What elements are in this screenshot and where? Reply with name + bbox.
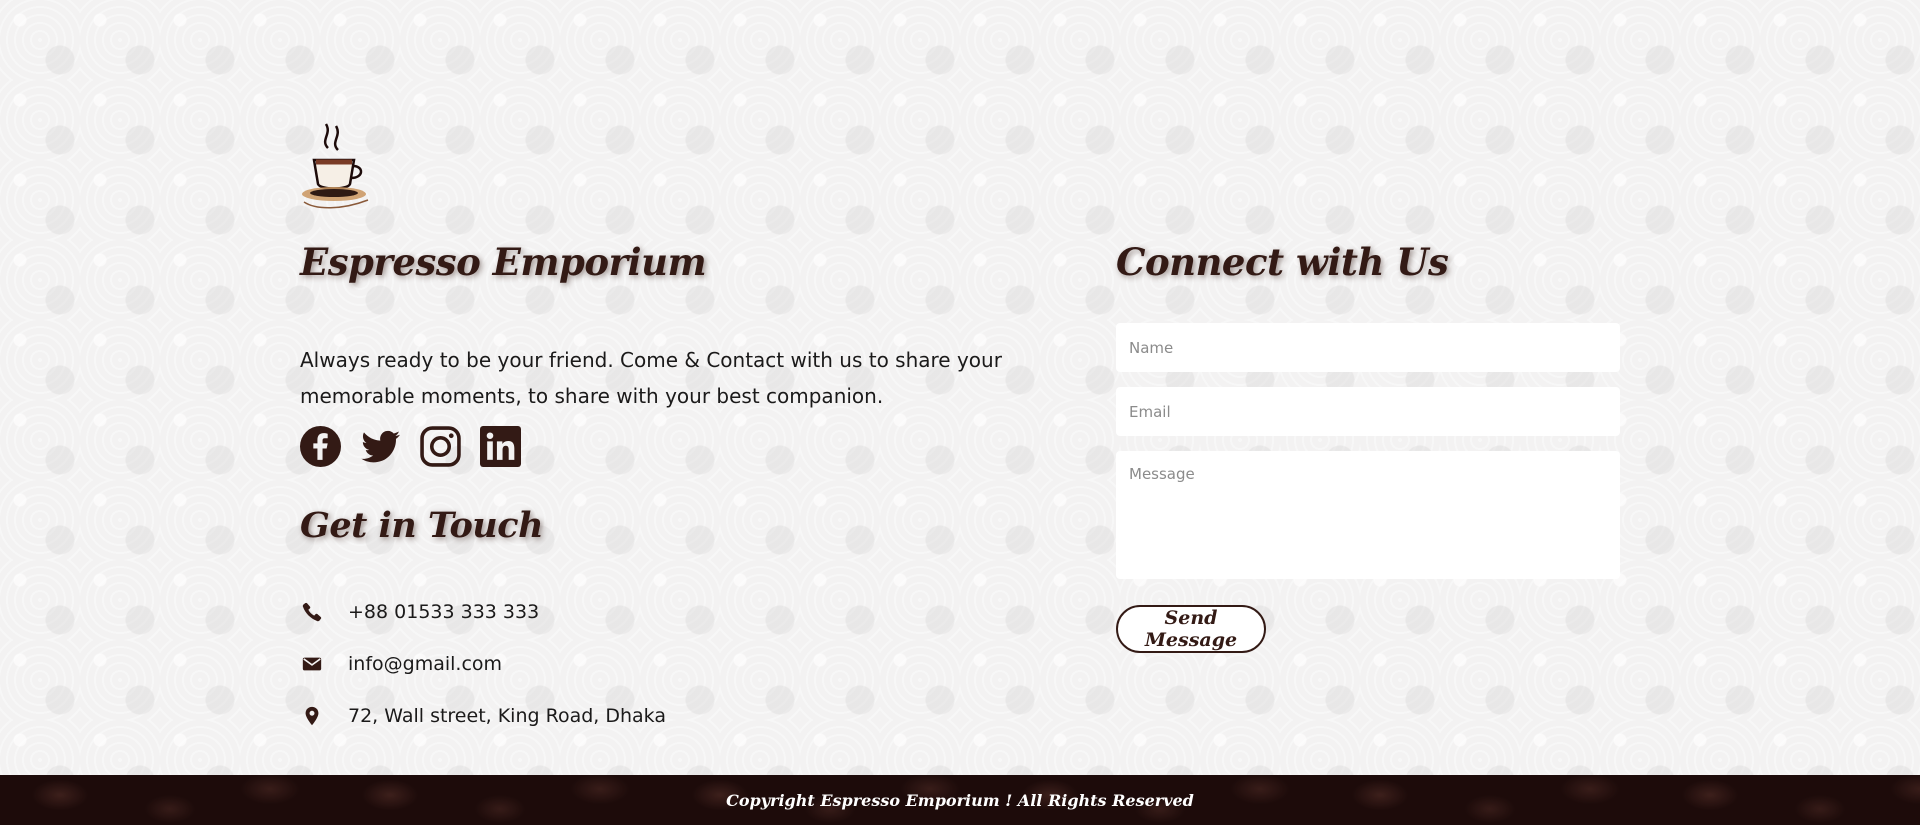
email-input[interactable] — [1116, 387, 1620, 436]
phone-icon — [300, 600, 324, 624]
name-input[interactable] — [1116, 323, 1620, 372]
twitter-icon[interactable] — [360, 426, 401, 467]
get-in-touch-title: Get in Touch — [300, 505, 544, 546]
copyright-bar: Copyright Espresso Emporium ! All Rights… — [0, 775, 1920, 825]
email-address[interactable]: info@gmail.com — [348, 653, 502, 675]
contact-address: 72, Wall street, King Road, Dhaka — [300, 690, 666, 742]
send-message-button[interactable]: Send Message — [1116, 605, 1266, 653]
phone-number[interactable]: +88 01533 333 333 — [348, 601, 539, 623]
coffee-cup-logo — [298, 118, 374, 212]
brand-title: Espresso Emporium — [300, 240, 707, 284]
social-links — [300, 426, 521, 467]
contact-email: info@gmail.com — [300, 638, 666, 690]
connect-title: Connect with Us — [1116, 240, 1449, 284]
brand-description: Always ready to be your friend. Come & C… — [300, 348, 1002, 408]
copyright-text: Copyright Espresso Emporium ! All Rights… — [726, 790, 1194, 810]
map-pin-icon — [300, 704, 324, 728]
street-address: 72, Wall street, King Road, Dhaka — [348, 705, 666, 727]
instagram-icon[interactable] — [420, 426, 461, 467]
contact-info-list: +88 01533 333 333 info@gmail.com 72, Wal… — [300, 586, 666, 742]
contact-phone: +88 01533 333 333 — [300, 586, 666, 638]
facebook-icon[interactable] — [300, 426, 341, 467]
linkedin-icon[interactable] — [480, 426, 521, 467]
envelope-icon — [300, 652, 324, 676]
footer-contact-section: Espresso Emporium Always ready to be you… — [0, 0, 1920, 775]
contact-form — [1116, 323, 1620, 594]
message-input[interactable] — [1116, 451, 1620, 579]
